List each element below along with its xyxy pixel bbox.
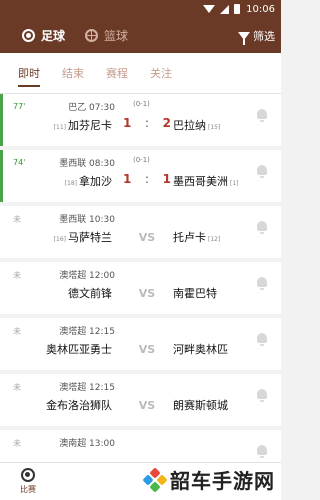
league-time: 澳塔超 12:00 [59, 271, 115, 281]
league-time: 澳塔超 12:15 [59, 383, 115, 393]
vs-label: VS [138, 287, 156, 300]
app-header: 足球 篮球 筛选 [0, 18, 281, 53]
status-time: 10:06 [246, 3, 275, 15]
match-row[interactable]: 未 澳塔超 12:15 奥林匹亚勇士 VS 河畔奥林匹 [0, 318, 281, 370]
sport-tab-football[interactable]: 足球 [22, 27, 65, 44]
match-list: 77' 巴乙 07:30 (0-1) [11] 加芬尼卡 1 : 2 巴拉纳 [… [0, 94, 281, 462]
away-team-name: 南霍巴特 [173, 287, 217, 300]
league-time: 巴乙 07:30 [68, 103, 115, 113]
nav-item-matches[interactable]: 比赛 [20, 468, 36, 495]
basketball-icon [85, 29, 99, 42]
half-time-score: (0-1) [133, 156, 150, 164]
tab-following[interactable]: 关注 [150, 53, 172, 93]
watermark-text: 韶车手游网 [170, 469, 275, 493]
away-team: 托卢卡 [12] [173, 229, 220, 245]
bell-icon[interactable] [257, 165, 267, 178]
away-team-name: 河畔奥林匹 [173, 343, 228, 356]
away-team-name: 墨西哥美洲 [173, 175, 228, 188]
sport-tab-label: 篮球 [104, 29, 129, 43]
watermark: 韶车手游网 [142, 465, 275, 494]
league-time: 墨西联 10:30 [59, 215, 115, 225]
match-tabs: 即时 结束 赛程 关注 [0, 53, 281, 94]
bell-icon[interactable] [257, 389, 267, 402]
signal-icon [220, 4, 230, 14]
funnel-icon [238, 31, 250, 45]
wifi-icon [203, 5, 216, 13]
home-rank: [11] [53, 124, 66, 131]
vs-label: VS [138, 231, 156, 244]
score-separator: : [144, 172, 150, 186]
home-team: [11] 加芬尼卡 [54, 117, 112, 133]
away-team: 河畔奥林匹 [173, 341, 230, 357]
away-team-name: 巴拉纳 [173, 119, 206, 132]
home-team-name: 金布洛治狮队 [46, 399, 112, 412]
half-time-score: (0-1) [133, 100, 150, 108]
home-team: 金布洛治狮队 [44, 397, 112, 413]
bell-icon[interactable] [257, 221, 267, 234]
home-team: [16] 马萨特兰 [54, 229, 112, 245]
home-team-name: 加芬尼卡 [68, 119, 112, 132]
home-team: [18] 拿加沙 [65, 173, 112, 189]
home-team-name: 德文前锋 [68, 287, 112, 300]
score: 1 : 2 [115, 116, 179, 130]
filter-button[interactable]: 筛选 [238, 28, 275, 45]
score-separator: : [144, 116, 150, 130]
home-score: 1 [123, 172, 132, 186]
away-team: 巴拉纳 [15] [173, 117, 220, 133]
status-icons [203, 4, 241, 14]
score: 1 : 1 [115, 172, 179, 186]
match-row[interactable]: 77' 巴乙 07:30 (0-1) [11] 加芬尼卡 1 : 2 巴拉纳 [… [0, 94, 281, 146]
away-rank: [15] [208, 124, 221, 131]
bell-icon[interactable] [257, 109, 267, 122]
league-time: 澳南超 13:00 [59, 439, 115, 449]
sport-tab-basketball[interactable]: 篮球 [85, 27, 128, 44]
home-score: 1 [123, 116, 132, 130]
battery-icon [234, 4, 241, 14]
match-row[interactable]: 未 澳塔超 12:15 金布洛治狮队 VS 朗赛斯顿城 [0, 374, 281, 426]
football-icon [21, 468, 35, 482]
league-time: 澳塔超 12:15 [59, 327, 115, 337]
bell-icon[interactable] [257, 445, 267, 458]
away-rank: [12] [208, 236, 221, 243]
home-rank: [16] [53, 236, 66, 243]
away-score: 1 [162, 172, 171, 186]
away-team-name: 朗赛斯顿城 [173, 399, 228, 412]
watermark-logo-icon [142, 466, 168, 493]
away-score: 2 [162, 116, 171, 130]
away-team-name: 托卢卡 [173, 231, 206, 244]
bell-icon[interactable] [257, 277, 267, 290]
league-time: 墨西联 08:30 [59, 159, 115, 169]
home-team: 德文前锋 [66, 285, 112, 301]
bell-icon[interactable] [257, 333, 267, 346]
home-team-name: 拿加沙 [79, 175, 112, 188]
home-team: 奥林匹亚勇士 [44, 341, 112, 357]
away-team: 南霍巴特 [173, 285, 219, 301]
football-icon [22, 29, 35, 42]
vs-label: VS [138, 399, 156, 412]
tab-finished[interactable]: 结束 [62, 53, 84, 93]
home-rank: [18] [64, 180, 77, 187]
tab-schedule[interactable]: 赛程 [106, 53, 128, 93]
away-rank: [1] [230, 180, 239, 187]
home-team-name: 马萨特兰 [68, 231, 112, 244]
tab-live[interactable]: 即时 [18, 53, 40, 93]
nav-item-label: 比赛 [20, 485, 36, 494]
sport-tab-label: 足球 [41, 29, 66, 43]
away-team: 墨西哥美洲 [1] [173, 173, 239, 189]
match-row[interactable]: 未 澳南超 13:00 [0, 430, 281, 462]
filter-label: 筛选 [253, 29, 275, 43]
vs-label: VS [138, 343, 156, 356]
away-team: 朗赛斯顿城 [173, 397, 230, 413]
match-row[interactable]: 74' 墨西联 08:30 (0-1) [18] 拿加沙 1 : 1 墨西哥美洲… [0, 150, 281, 202]
match-row[interactable]: 未 墨西联 10:30 [16] 马萨特兰 VS 托卢卡 [12] [0, 206, 281, 258]
match-row[interactable]: 未 澳塔超 12:00 德文前锋 VS 南霍巴特 [0, 262, 281, 314]
status-bar: 10:06 [0, 0, 281, 18]
home-team-name: 奥林匹亚勇士 [46, 343, 112, 356]
